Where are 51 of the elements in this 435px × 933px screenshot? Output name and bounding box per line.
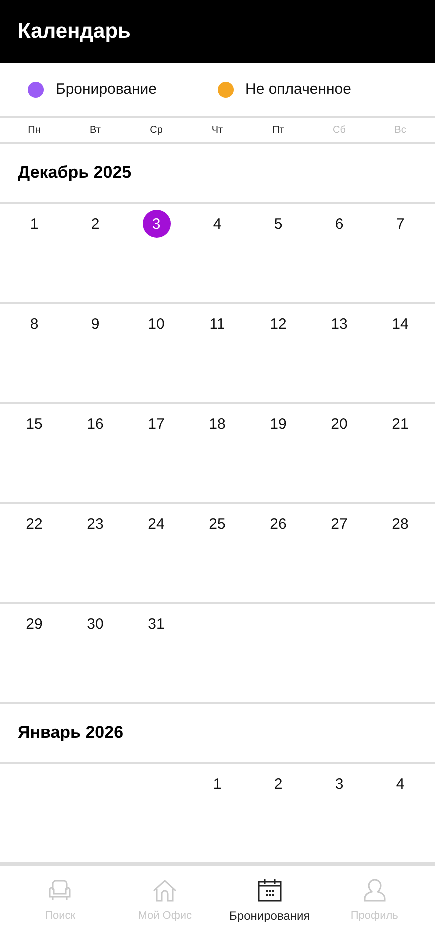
day-number[interactable]: 10 (142, 310, 170, 338)
legend-label: Не оплаченное (246, 81, 352, 98)
day-number[interactable]: 22 (20, 510, 48, 538)
day-number[interactable]: 23 (82, 510, 110, 538)
day-number[interactable]: 1 (20, 210, 48, 238)
calendar-icon (256, 877, 283, 903)
weekday-label: Пт (272, 124, 284, 136)
day-number[interactable]: 4 (204, 210, 232, 238)
legend-label: Бронирование (56, 81, 158, 98)
day-number[interactable]: 2 (264, 770, 292, 798)
day-number[interactable]: 3 (326, 770, 354, 798)
weekday-label: Чт (212, 124, 224, 136)
day-number[interactable]: 27 (326, 510, 354, 538)
day-number[interactable]: 30 (82, 610, 110, 638)
day-number[interactable]: 12 (264, 310, 292, 338)
day-number[interactable]: 15 (20, 410, 48, 438)
day-number[interactable]: 11 (204, 310, 232, 338)
day-number[interactable]: 25 (204, 510, 232, 538)
day-number[interactable]: 29 (20, 610, 48, 638)
day-number[interactable]: 17 (142, 410, 170, 438)
day-number[interactable]: 3 (142, 210, 170, 238)
day-number[interactable]: 28 (386, 510, 414, 538)
weekday-label: Пн (28, 124, 41, 136)
day-number[interactable]: 6 (326, 210, 354, 238)
day-number[interactable]: 16 (82, 410, 110, 438)
weekday-label: Ср (150, 124, 163, 136)
day-number[interactable]: 5 (264, 210, 292, 238)
month-title: Январь 2026 (18, 723, 124, 743)
day-number[interactable]: 21 (386, 410, 414, 438)
day-number[interactable]: 4 (386, 770, 414, 798)
day-number[interactable]: 19 (264, 410, 292, 438)
day-number[interactable]: 9 (82, 310, 110, 338)
weekday-label: Сб (333, 124, 346, 136)
house-icon (151, 878, 180, 904)
day-number[interactable]: 2 (82, 210, 110, 238)
day-number[interactable]: 24 (142, 510, 170, 538)
person-icon (362, 878, 388, 904)
day-number[interactable]: 1 (204, 770, 232, 798)
weekday-label: Вт (90, 124, 101, 136)
day-number[interactable]: 18 (204, 410, 232, 438)
weekday-label: Вс (394, 124, 406, 136)
day-number[interactable]: 26 (264, 510, 292, 538)
nav-tab[interactable]: Бронирования (218, 866, 322, 933)
day-number[interactable]: 31 (142, 610, 170, 638)
day-number[interactable]: 20 (326, 410, 354, 438)
screen-title: Календарь (18, 20, 131, 44)
day-number[interactable]: 8 (20, 310, 48, 338)
day-number[interactable]: 7 (386, 210, 414, 238)
day-number[interactable]: 13 (326, 310, 354, 338)
day-number[interactable]: 14 (386, 310, 414, 338)
month-title: Декабрь 2025 (18, 163, 132, 183)
